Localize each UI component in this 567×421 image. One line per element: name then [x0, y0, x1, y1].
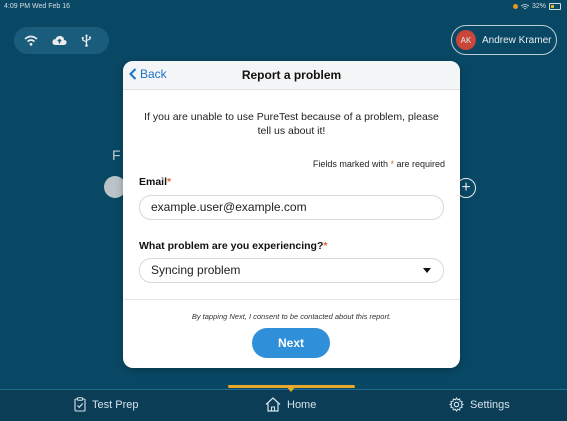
problem-label-text: What problem are you experiencing? [139, 240, 324, 252]
active-tab-notch [286, 386, 296, 392]
divider [123, 299, 460, 300]
app-screen: 4:09 PM Wed Feb 16 32% AK Andrew Kramer … [0, 0, 567, 421]
modal-header: Back Report a problem [123, 61, 460, 90]
consent-text: By tapping Next, I consent to be contact… [191, 312, 392, 321]
tab-home[interactable]: Home [265, 397, 316, 412]
caret-down-icon [423, 268, 431, 273]
tab-label: Test Prep [92, 398, 139, 411]
report-problem-modal: Back Report a problem If you are unable … [123, 61, 460, 368]
problem-label: What problem are you experiencing?* [139, 240, 327, 252]
required-note-prefix: Fields marked with [312, 159, 391, 169]
email-label: Email* [139, 176, 171, 188]
email-required-star: * [167, 176, 172, 188]
email-label-text: Email [139, 176, 168, 188]
problem-select[interactable]: Syncing problem [139, 258, 444, 283]
next-button[interactable]: Next [252, 328, 330, 358]
tab-test-prep[interactable]: Test Prep [74, 397, 138, 412]
problem-selected-value: Syncing problem [151, 263, 241, 277]
tab-label: Home [287, 398, 317, 411]
tab-label: Settings [470, 398, 510, 411]
problem-required-star: * [323, 240, 328, 252]
clipboard-check-icon [74, 397, 86, 412]
modal-title: Report a problem [241, 68, 342, 82]
gear-icon [449, 397, 464, 412]
required-fields-note: Fields marked with * are required [313, 159, 445, 169]
intro-text: If you are unable to use PureTest becaus… [144, 111, 439, 137]
home-icon [265, 397, 281, 412]
required-note-suffix: are required [393, 159, 445, 169]
email-field[interactable]: example.user@example.com [139, 195, 444, 220]
tab-settings[interactable]: Settings [449, 397, 510, 412]
